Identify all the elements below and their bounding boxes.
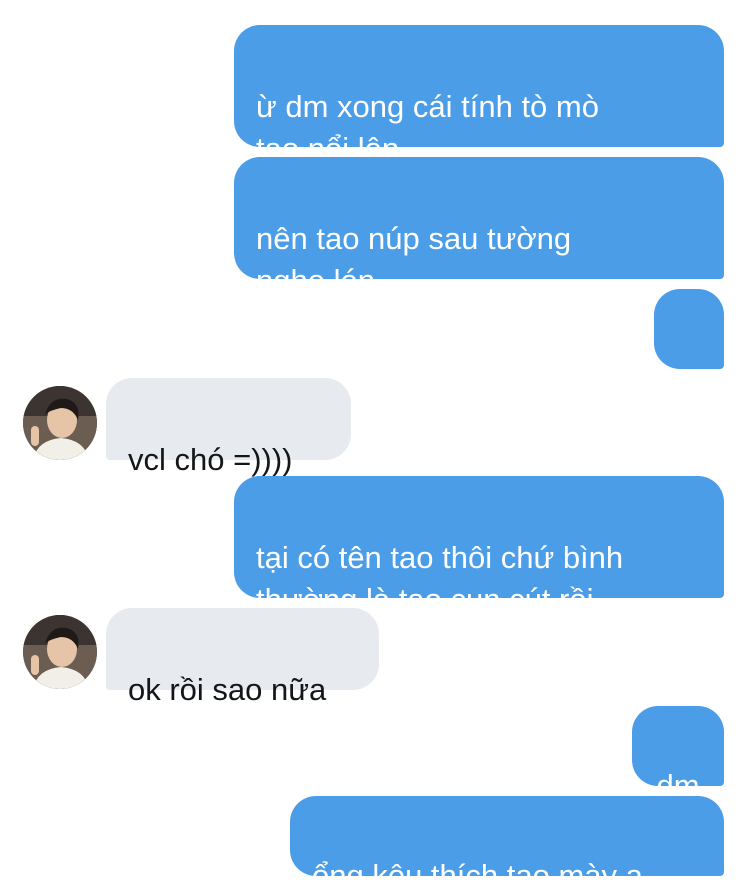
message-text: ừ dm xong cái tính tò mò tao nổi lên xyxy=(256,89,599,166)
message-thread: ừ dm xong cái tính tò mò tao nổi lên nên… xyxy=(0,0,749,885)
avatar-photo-icon xyxy=(23,615,97,689)
message-bubble-incoming[interactable]: ok rồi sao nữa xyxy=(106,608,379,707)
message-bubble-outgoing[interactable]: ừ dm xong cái tính tò mò tao nổi lên xyxy=(234,25,724,166)
message-text: ... xyxy=(676,351,702,386)
message-bubble-outgoing[interactable]: nên tao núp sau tường nghe lén xyxy=(234,157,724,298)
message-text: nên tao núp sau tường nghe lén xyxy=(256,221,572,298)
message-bubble-outgoing[interactable]: dm xyxy=(632,706,724,803)
avatar-photo-icon xyxy=(23,386,97,460)
message-bubble-outgoing[interactable]: ổng kêu thích tao mày ạ xyxy=(290,796,724,885)
contact-avatar-icon[interactable] xyxy=(23,615,97,689)
message-text: ổng kêu thích tao mày ạ xyxy=(312,858,643,885)
message-bubble-incoming[interactable]: vcl chó =)))) xyxy=(106,378,351,477)
message-text: vcl chó =)))) xyxy=(128,442,293,477)
contact-avatar-icon[interactable] xyxy=(23,386,97,460)
message-bubble-outgoing[interactable]: tại có tên tao thôi chứ bình thường là t… xyxy=(234,476,724,617)
message-text: tại có tên tao thôi chứ bình thường là t… xyxy=(256,540,624,617)
message-text: ok rồi sao nữa xyxy=(128,672,327,707)
message-bubble-outgoing[interactable]: ... xyxy=(654,289,724,386)
